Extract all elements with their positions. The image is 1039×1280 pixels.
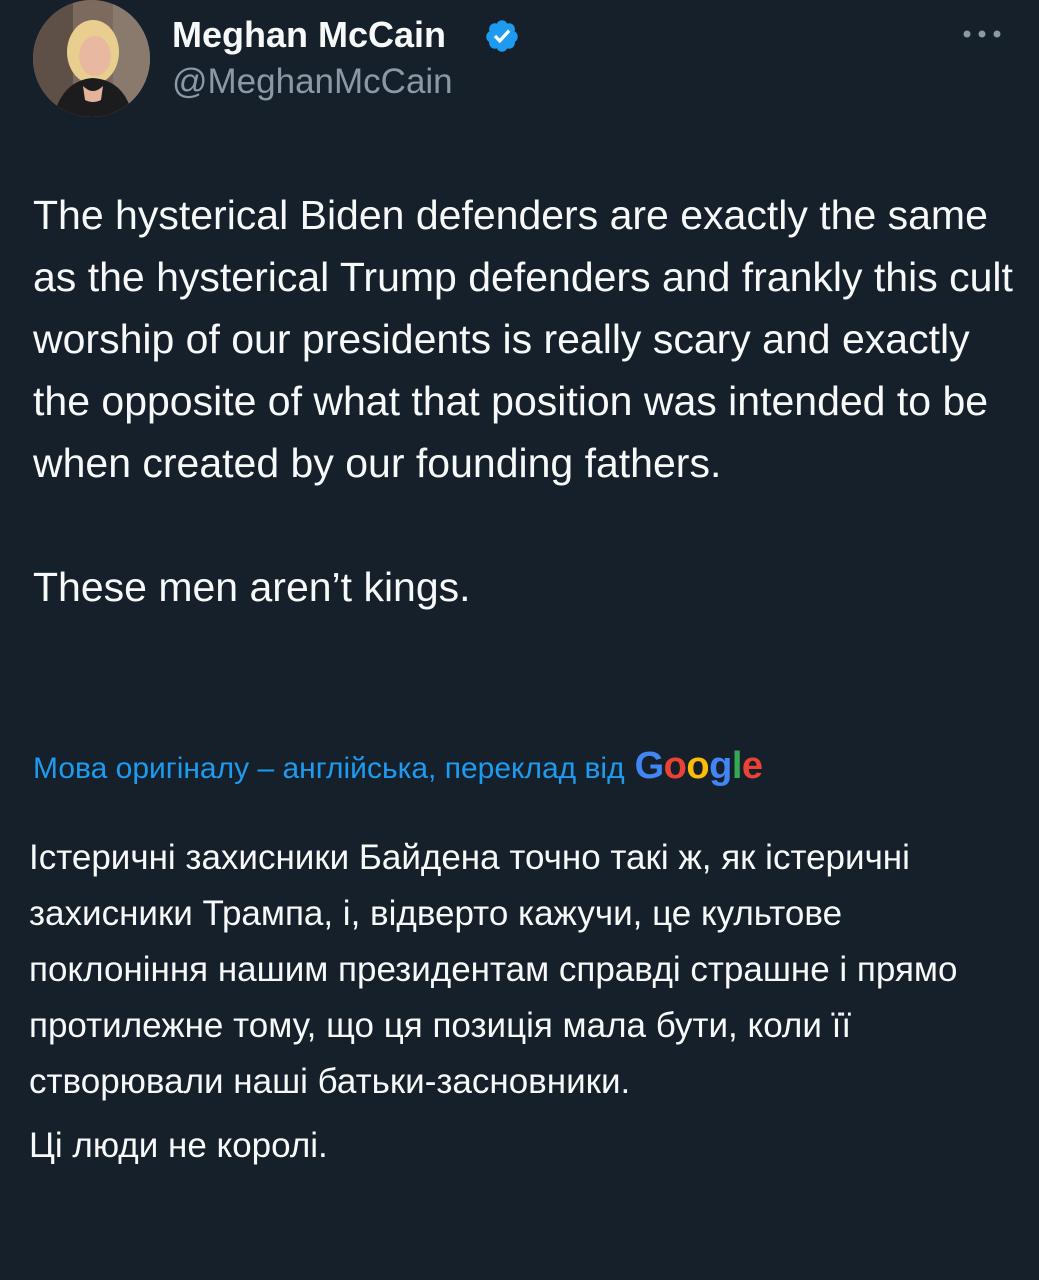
tweet-paragraph: These men aren’t kings. <box>33 564 471 610</box>
translation-note[interactable]: Мова оригіналу – англійська, переклад ві… <box>33 745 763 788</box>
google-logo-letter: e <box>741 745 763 787</box>
google-logo-letter: o <box>686 745 710 787</box>
verified-badge-icon <box>486 20 518 52</box>
more-options-icon[interactable] <box>960 20 1004 48</box>
avatar-image <box>33 0 150 117</box>
google-logo-letter: l <box>731 745 743 787</box>
avatar[interactable] <box>33 0 150 117</box>
google-logo-letter: o <box>663 745 687 787</box>
translated-paragraph: Ці люди не королі. <box>29 1126 328 1165</box>
google-logo-letter: G <box>634 745 665 787</box>
translated-text: Істеричні захисники Байдена точно такі ж… <box>29 830 1019 1174</box>
google-logo: Google <box>635 745 763 788</box>
tweet-header: Meghan McCain @MeghanMcCain <box>0 0 1039 130</box>
translated-paragraph: Істеричні захисники Байдена точно такі ж… <box>29 838 958 1101</box>
google-logo-letter: g <box>709 745 732 787</box>
tweet-text: The hysterical Biden defenders are exact… <box>33 184 1013 618</box>
author-name[interactable]: Meghan McCain <box>172 14 446 56</box>
translation-note-text: Мова оригіналу – англійська, переклад ві… <box>33 752 625 785</box>
tweet-paragraph: The hysterical Biden defenders are exact… <box>33 192 1013 486</box>
author-handle[interactable]: @MeghanMcCain <box>172 62 453 102</box>
